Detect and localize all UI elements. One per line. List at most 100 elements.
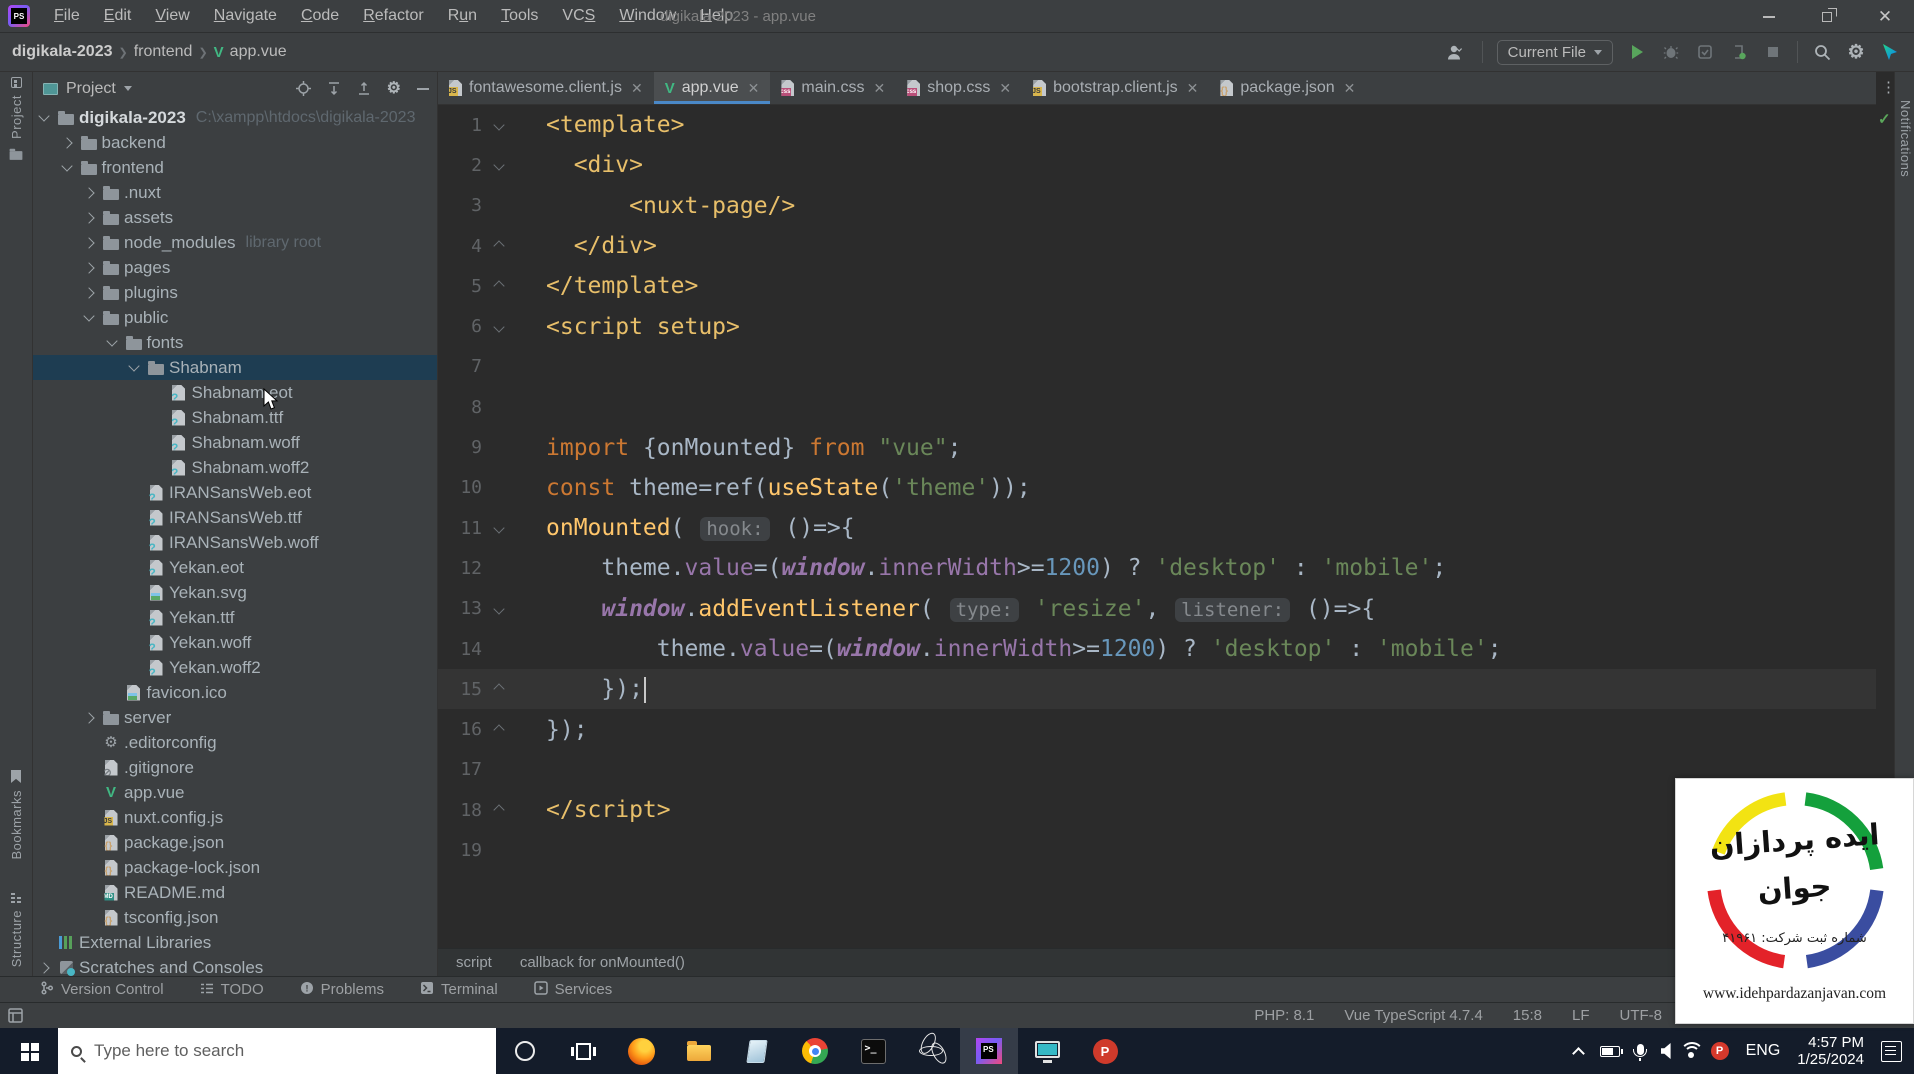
- start-button[interactable]: [0, 1028, 58, 1074]
- close-icon[interactable]: ✕: [631, 80, 643, 97]
- psiphon-tray-icon[interactable]: P: [1710, 1042, 1729, 1060]
- editor-breadcrumb-item[interactable]: script: [456, 954, 492, 971]
- fold-icon[interactable]: [482, 240, 516, 252]
- action-center-icon[interactable]: [1881, 1040, 1902, 1062]
- code-editor[interactable]: 1 <template> 2 <div> 3 <nuxt-page/> 4 </div>…: [438, 105, 1876, 948]
- tree-item-app-vue[interactable]: Vapp.vue: [33, 780, 437, 805]
- taskbar-app-mail[interactable]: [728, 1028, 786, 1074]
- run-icon[interactable]: [1627, 40, 1647, 64]
- chevron-right-icon[interactable]: [78, 186, 100, 199]
- coverage-icon[interactable]: [1695, 40, 1715, 64]
- tree-item-fonts[interactable]: fonts: [33, 330, 437, 355]
- menu-item-run[interactable]: Run: [438, 5, 487, 27]
- tree-item-backend[interactable]: backend: [33, 130, 437, 155]
- chevron-right-icon[interactable]: [33, 961, 55, 974]
- close-icon[interactable]: ✕: [748, 80, 760, 97]
- code-line-19[interactable]: 19: [438, 830, 1876, 870]
- taskbar-app-task-view[interactable]: [554, 1028, 612, 1074]
- code-line-12[interactable]: 12 theme.value=(window.innerWidth>=1200)…: [438, 548, 1876, 588]
- status-item[interactable]: 15:8: [1513, 1007, 1542, 1024]
- locate-icon[interactable]: [295, 81, 311, 96]
- tree-item-pages[interactable]: pages: [33, 255, 437, 280]
- tree-item-tsconfig-json[interactable]: {} tsconfig.json: [33, 905, 437, 930]
- tree-item-iransansweb-woff[interactable]: ? IRANSansWeb.woff: [33, 530, 437, 555]
- code-line-8[interactable]: 8: [438, 387, 1876, 427]
- status-item[interactable]: PHP: 8.1: [1254, 1007, 1314, 1024]
- tree-item-public[interactable]: public: [33, 305, 437, 330]
- tree-item-shabnam-woff[interactable]: ? Shabnam.woff: [33, 430, 437, 455]
- taskbar-app-psiphon[interactable]: P: [1076, 1028, 1134, 1074]
- menu-item-edit[interactable]: Edit: [94, 5, 142, 27]
- volume-icon[interactable]: [1660, 1043, 1671, 1059]
- chevron-down-icon[interactable]: [56, 160, 78, 172]
- tree-item-package-lock-json[interactable]: {} package-lock.json: [33, 855, 437, 880]
- chevron-right-icon[interactable]: [56, 136, 78, 149]
- tool-windows-icon[interactable]: [8, 1008, 23, 1023]
- breadcrumb-item[interactable]: digikala-2023: [12, 43, 113, 61]
- close-button[interactable]: ✕: [1856, 0, 1914, 33]
- minimize-button[interactable]: [1740, 0, 1798, 33]
- menu-item-code[interactable]: Code: [291, 5, 349, 27]
- stripe-structure-label[interactable]: Structure: [9, 910, 24, 967]
- status-item[interactable]: UTF-8: [1620, 1007, 1663, 1024]
- toolwindow-version-control[interactable]: Version Control: [40, 980, 164, 999]
- taskbar-search[interactable]: [58, 1028, 496, 1074]
- mic-icon[interactable]: [1633, 1043, 1648, 1061]
- tree-item-plugins[interactable]: plugins: [33, 280, 437, 305]
- tree-item-yekan-ttf[interactable]: ? Yekan.ttf: [33, 605, 437, 630]
- code-line-3[interactable]: 3 <nuxt-page/>: [438, 186, 1876, 226]
- tree-item-scratches-and-consoles[interactable]: Scratches and Consoles: [33, 955, 437, 976]
- code-line-17[interactable]: 17: [438, 750, 1876, 790]
- toolwindow-todo[interactable]: TODO: [200, 981, 264, 999]
- chevron-right-icon[interactable]: [78, 211, 100, 224]
- status-item[interactable]: Vue TypeScript 4.7.4: [1344, 1007, 1482, 1024]
- tab-main-css[interactable]: css main.css ✕: [770, 72, 896, 104]
- tree-item-iransansweb-ttf[interactable]: ? IRANSansWeb.ttf: [33, 505, 437, 530]
- chevron-right-icon[interactable]: [78, 711, 100, 724]
- tree-item-yekan-woff2[interactable]: ? Yekan.woff2: [33, 655, 437, 680]
- fold-icon[interactable]: [482, 320, 516, 333]
- chevron-right-icon[interactable]: [78, 286, 100, 299]
- fold-icon[interactable]: [482, 522, 516, 534]
- code-line-11[interactable]: 11 onMounted( hook: ()=>{: [438, 508, 1876, 548]
- user-dropdown-icon[interactable]: [1446, 40, 1468, 64]
- tab-fontawesome-client-js[interactable]: JS fontawesome.client.js ✕: [438, 72, 654, 104]
- chevron-down-icon[interactable]: [33, 110, 55, 122]
- taskbar-app-chrome[interactable]: [786, 1028, 844, 1074]
- tree-item-shabnam-eot[interactable]: ? Shabnam.eot: [33, 380, 437, 405]
- stripe-notifications-label[interactable]: Notifications: [1898, 100, 1913, 177]
- tree-item-frontend[interactable]: frontend: [33, 155, 437, 180]
- breadcrumb-item[interactable]: app.vue: [230, 43, 287, 61]
- tree-item-shabnam-ttf[interactable]: ? Shabnam.ttf: [33, 405, 437, 430]
- code-line-2[interactable]: 2 <div>: [438, 145, 1876, 185]
- tool-window-icon[interactable]: [10, 77, 22, 88]
- fold-icon[interactable]: [482, 804, 516, 816]
- code-line-7[interactable]: 7: [438, 347, 1876, 387]
- code-line-15[interactable]: 15 });: [438, 669, 1876, 710]
- tree-item-yekan-woff[interactable]: ? Yekan.woff: [33, 630, 437, 655]
- close-icon[interactable]: ✕: [1187, 80, 1199, 97]
- project-panel-title[interactable]: Project: [66, 80, 116, 98]
- battery-icon[interactable]: [1599, 1045, 1623, 1057]
- collapse-all-icon[interactable]: [357, 81, 371, 96]
- chevron-down-icon[interactable]: [78, 310, 100, 322]
- wifi-icon[interactable]: [1679, 1042, 1704, 1058]
- fold-icon[interactable]: [482, 603, 516, 615]
- tree-item-readme-md[interactable]: MD README.md: [33, 880, 437, 905]
- run-configuration-select[interactable]: Current File: [1496, 39, 1613, 65]
- toolwindow-problems[interactable]: ! Problems: [300, 981, 384, 999]
- ide-edge-icon[interactable]: [1880, 40, 1900, 64]
- taskbar-app-firefox[interactable]: [612, 1028, 670, 1074]
- code-line-1[interactable]: 1 <template>: [438, 105, 1876, 145]
- tree-item-package-json[interactable]: {} package.json: [33, 830, 437, 855]
- tree-item-yekan-svg[interactable]: Yekan.svg: [33, 580, 437, 605]
- tree-item-assets[interactable]: assets: [33, 205, 437, 230]
- tree-item-favicon-ico[interactable]: favicon.ico: [33, 680, 437, 705]
- taskbar-app-terminal[interactable]: >_: [844, 1028, 902, 1074]
- chevron-down-icon[interactable]: [123, 86, 132, 91]
- tree-item-nuxt-config-js[interactable]: JS nuxt.config.js: [33, 805, 437, 830]
- menu-item-refactor[interactable]: Refactor: [353, 5, 433, 27]
- settings-icon[interactable]: ⚙: [387, 80, 401, 97]
- toolwindow-terminal[interactable]: Terminal: [420, 981, 498, 999]
- inspection-ok-icon[interactable]: ✓: [1878, 110, 1891, 128]
